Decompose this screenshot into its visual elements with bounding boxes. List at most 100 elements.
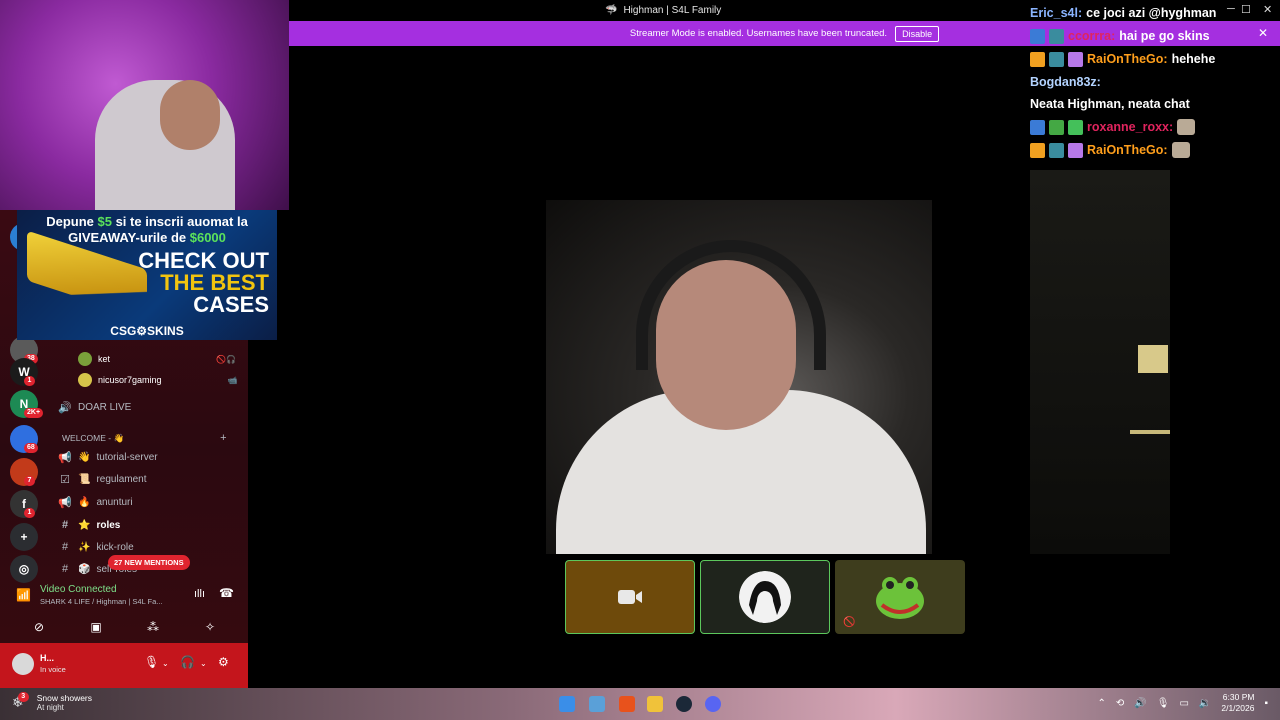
windows-taskbar: ❄ 3 Snow showers At night ⌃ ⟲ 🔊 🎙 ▭ 🔉 6:… [0, 688, 1280, 720]
microphone-icon[interactable]: 🎙 [144, 655, 159, 669]
voice-user-name: nicusor7gaming [98, 375, 162, 385]
file-explorer-icon[interactable] [647, 696, 663, 712]
weather-badge: 3 [17, 691, 29, 702]
channel-emoji: 🎲 [78, 563, 91, 575]
mic-tray-icon[interactable]: 🎙 [1157, 698, 1170, 709]
chat-badge-icon [1049, 51, 1064, 67]
channel-label: DOAR LIVE [78, 401, 132, 413]
speaker-tray-icon[interactable]: 🔉 [1199, 698, 1211, 709]
server-badge: 68 [24, 443, 38, 453]
voice-user[interactable]: nicusor7gaming 📹 [78, 372, 238, 388]
headphones-icon[interactable]: 🎧 [180, 655, 195, 669]
steam-icon[interactable] [676, 696, 692, 712]
close-button[interactable]: ✕ [1263, 3, 1272, 16]
speaker-icon: 🔊 [58, 401, 72, 414]
user-name: H... [40, 653, 55, 663]
soundboard-button[interactable]: ✧ [186, 616, 234, 638]
settings-gear-icon[interactable]: ⚙ [218, 655, 229, 669]
voice-user-name: ket [98, 354, 111, 364]
activities-button[interactable]: ⁂ [129, 616, 177, 638]
disconnect-icon[interactable]: ☎ [219, 586, 234, 600]
chat-username: Bogdan83z: [1030, 75, 1101, 89]
chat-text: Neata Highman, neata chat [1030, 97, 1190, 111]
camera-off-button[interactable]: ⊘ [15, 616, 63, 638]
task-view-icon[interactable] [589, 696, 605, 712]
channel-kick-role[interactable]: # ✨ kick-role [58, 538, 134, 556]
chat-badge-icon [1030, 28, 1045, 44]
noise-suppression-icon[interactable]: ıllı [194, 588, 205, 600]
weather-line-1: Snow showers [36, 693, 93, 703]
participant-tile-camera[interactable] [565, 560, 695, 634]
weather-widget[interactable]: ❄ 3 Snow showers At night [12, 691, 93, 712]
chat-badge-icon [1049, 142, 1064, 158]
user-avatar[interactable] [12, 653, 34, 675]
sponsor-ad-banner[interactable]: Depune $5 si te inscrii auomat la GIVEAW… [17, 210, 277, 340]
server-icon[interactable]: ◎ [10, 555, 38, 583]
ad-line-1: Depune $5 si te inscrii auomat la [46, 214, 248, 229]
channel-label: anunturi [96, 496, 133, 508]
main-video-stream[interactable] [546, 200, 932, 554]
windows-start-icon[interactable] [559, 696, 575, 712]
new-mentions-pill[interactable]: 27 NEW MENTIONS [108, 555, 190, 570]
screen: 🦈 Highman | S4L Family ─ ☐ ✕ Streamer Mo… [0, 0, 1280, 720]
server-icon[interactable]: + [10, 523, 38, 551]
announcement-icon: 📢 [58, 451, 72, 464]
chat-emote-icon [1171, 142, 1190, 158]
brave-browser-icon[interactable] [619, 696, 635, 712]
add-channel-icon[interactable]: + [220, 432, 226, 444]
chat-message: RaiOnTheGo: [1030, 141, 1260, 159]
participant-tile-avatar[interactable] [700, 560, 830, 634]
channel-roles[interactable]: # ⭐ roles [58, 516, 120, 534]
network-icon[interactable]: ⟲ [1116, 698, 1124, 709]
room-light-strip [1130, 430, 1170, 434]
channel-tutorial-server[interactable]: 📢 👋 tutorial-server [58, 448, 157, 466]
chat-emote-icon [1177, 119, 1196, 135]
channel-emoji: ⭐ [78, 519, 91, 531]
weather-line-2: At night [36, 703, 64, 712]
chevron-down-icon[interactable]: ⌄ [200, 659, 207, 668]
clock[interactable]: 6:30 PM 2/1/2026 [1221, 692, 1254, 714]
participant-tile-frog[interactable]: 🚫 [835, 560, 965, 634]
muted-mic-icon: 🚫 [843, 617, 856, 628]
discord-icon[interactable] [705, 696, 721, 712]
chat-message: ccorrra: hai pe go skins [1030, 27, 1260, 45]
server-badge: 7 [24, 476, 35, 486]
chat-username: RaiOnTheGo: [1087, 143, 1168, 157]
frog-avatar [876, 577, 924, 619]
chat-username: ccorrra: [1068, 29, 1116, 43]
channel-emoji: 👋 [78, 451, 91, 463]
channel-regulament[interactable]: ☑ 📜 regulament [58, 470, 146, 488]
server-badge: 1 [24, 376, 35, 386]
voice-status: Video Connected [40, 584, 117, 595]
screen-share-button[interactable]: ▣ [72, 616, 120, 638]
channel-doar-live[interactable]: 🔊 DOAR LIVE [58, 398, 131, 416]
category-welcome[interactable]: WELCOME - 👋 + [62, 429, 227, 447]
voice-user[interactable]: ket 🚫🎧 [78, 351, 236, 367]
chat-text: hehehe [1171, 52, 1216, 66]
battery-icon[interactable]: ▭ [1179, 698, 1188, 709]
streamer-webcam-overlay [0, 0, 289, 210]
clock-date: 2/1/2026 [1221, 703, 1255, 713]
hashtag-icon: # [61, 563, 69, 575]
disable-button[interactable]: Disable [895, 25, 940, 42]
channel-label: kick-role [96, 541, 134, 553]
headset-shape [636, 240, 826, 370]
channel-label: regulament [96, 473, 147, 485]
window-title: Highman | S4L Family [623, 5, 722, 16]
background-room [1030, 170, 1170, 554]
chat-username: RaiOnTheGo: [1087, 52, 1168, 66]
video-icon: 📹 [227, 375, 238, 385]
announcement-icon: 📢 [58, 496, 72, 509]
server-badge: 1 [24, 508, 35, 518]
channel-anunturi[interactable]: 📢 🔥 anunturi [58, 493, 133, 511]
server-badge: 2K+ [24, 408, 44, 418]
volume-icon[interactable]: 🔊 [1134, 698, 1146, 709]
chat-badge-icon [1049, 28, 1064, 44]
tray-chevron-up-icon[interactable]: ⌃ [1098, 698, 1106, 709]
notification-icon[interactable]: ▪ [1264, 698, 1268, 709]
chat-badge-icon [1068, 142, 1083, 158]
webcam-head [160, 80, 220, 150]
chevron-down-icon[interactable]: ⌄ [162, 659, 169, 668]
rules-icon: ☑ [60, 473, 70, 486]
chat-badge-icon [1030, 142, 1045, 158]
